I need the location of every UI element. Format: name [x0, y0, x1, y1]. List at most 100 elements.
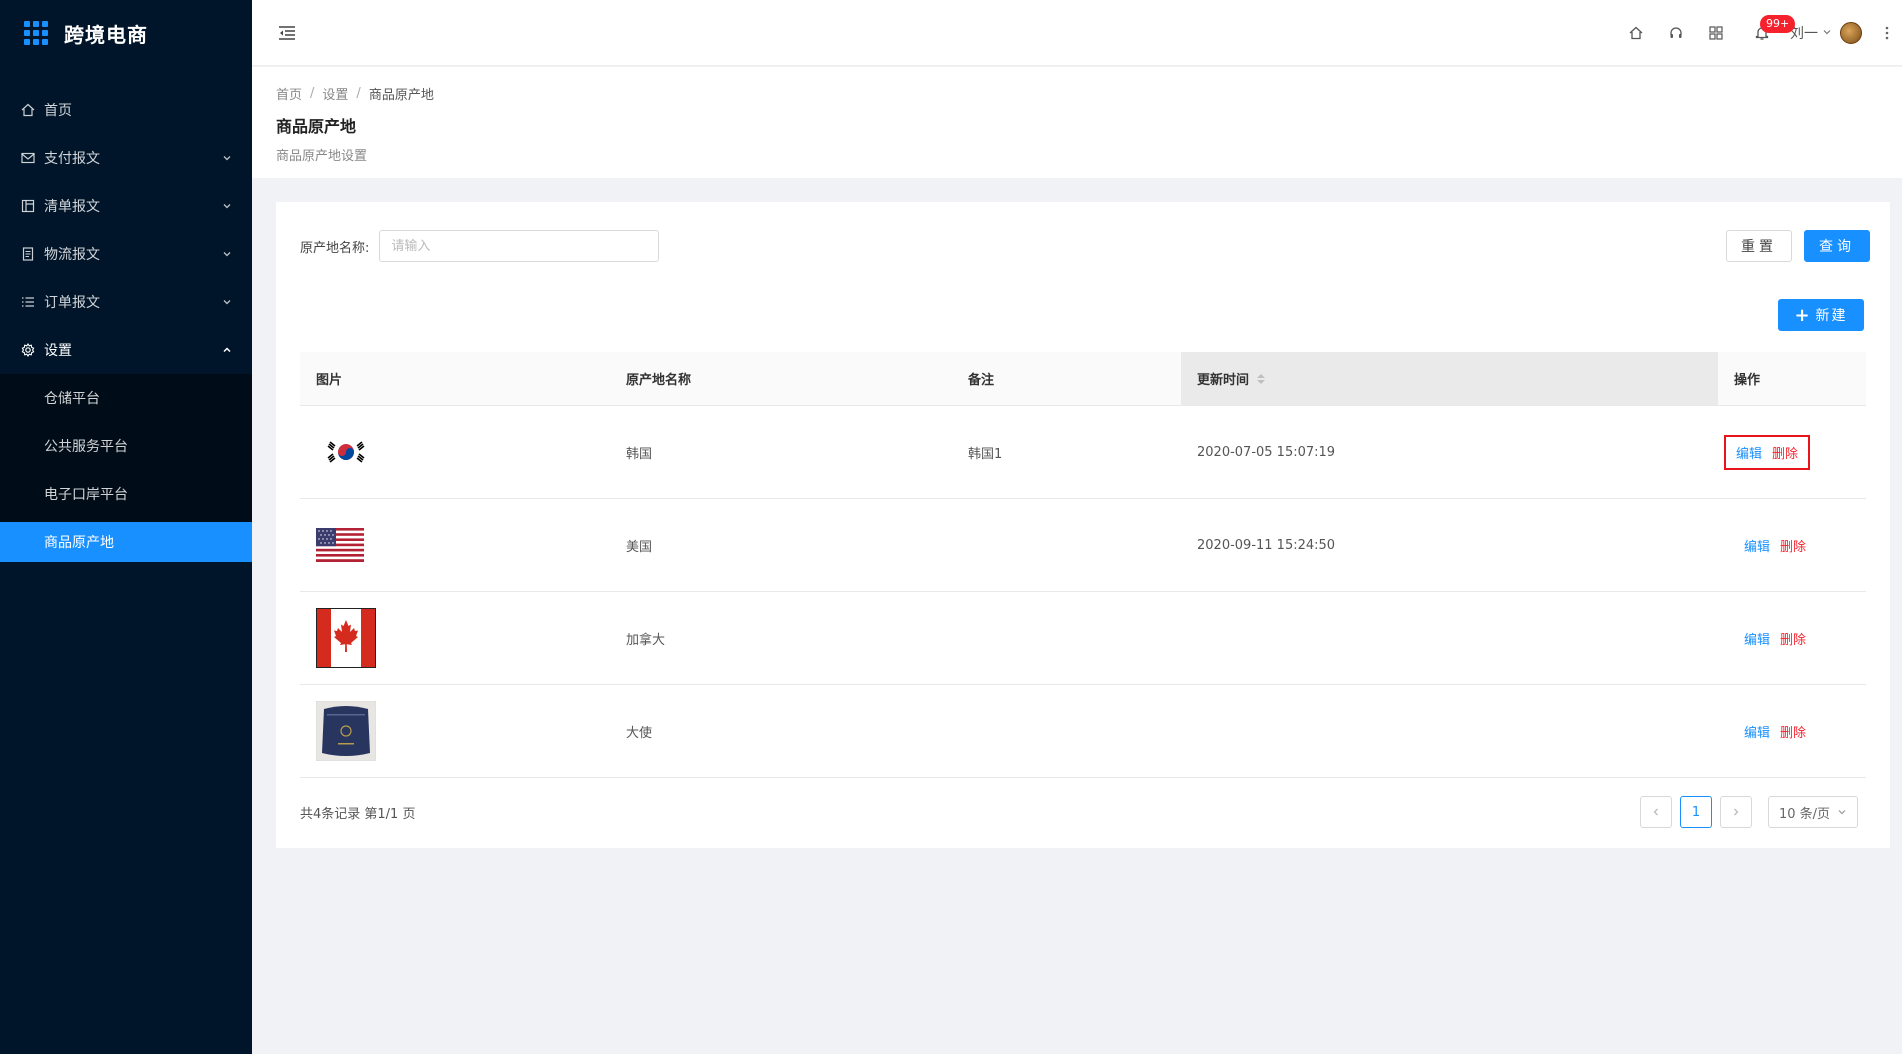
cell-actions: 编辑 删除: [1718, 685, 1866, 777]
chevron-down-icon: [1838, 810, 1846, 815]
app-title: 跨境电商: [64, 22, 148, 47]
apps-icon[interactable]: [1696, 13, 1736, 53]
chevron-down-icon: [222, 249, 232, 259]
edit-link[interactable]: 编辑: [1744, 629, 1770, 648]
content-card: 原产地名称: 重置 查询 + 新建 图片 原产地名称 备注 更新时间 操作: [276, 202, 1890, 848]
apps-grid-icon: [24, 21, 48, 45]
chevron-down-icon: [222, 201, 232, 211]
gear-icon: [20, 342, 36, 358]
page-header: 首页 / 设置 / 商品原产地 商品原产地 商品原产地设置: [252, 67, 1902, 178]
sidebar-item-label: 物流报文: [44, 247, 100, 263]
table-row: 美国 2020-09-11 15:24:50 编辑 删除: [300, 499, 1866, 592]
new-button[interactable]: + 新建: [1778, 299, 1864, 331]
cell-remark: [952, 592, 1181, 684]
breadcrumb-settings[interactable]: 设置: [322, 84, 348, 103]
sidebar-item-orders[interactable]: 订单报文: [0, 278, 252, 326]
page-subtitle: 商品原产地设置: [276, 149, 368, 164]
headset-icon[interactable]: [1656, 13, 1696, 53]
page-number-button[interactable]: 1: [1680, 796, 1712, 828]
sidebar-item-public-service-platform[interactable]: 公共服务平台: [0, 422, 252, 470]
sidebar-item-label: 首页: [44, 103, 72, 119]
reset-button[interactable]: 重置: [1726, 230, 1792, 262]
document-icon: [20, 246, 36, 262]
menu-fold-icon[interactable]: [276, 22, 298, 44]
query-button[interactable]: 查询: [1804, 230, 1870, 262]
logo[interactable]: 跨境电商: [0, 0, 252, 66]
chevron-down-icon: [1822, 25, 1832, 41]
cell-image: [300, 685, 610, 777]
table-row: 大使 编辑 删除: [300, 685, 1866, 778]
delete-link[interactable]: 删除: [1780, 629, 1806, 648]
row-actions: 编辑 删除: [1734, 623, 1816, 654]
sort-icon[interactable]: [1257, 373, 1266, 384]
delete-link[interactable]: 删除: [1772, 443, 1798, 462]
top-header: 99+ 刘一: [252, 0, 1902, 66]
cell-remark: [952, 685, 1181, 777]
more-vertical-icon[interactable]: [1872, 13, 1902, 53]
avatar: [1840, 22, 1862, 44]
breadcrumb-home[interactable]: 首页: [276, 84, 302, 103]
settings-submenu: 仓储平台 公共服务平台 电子口岸平台 商品原产地: [0, 374, 252, 562]
south-korea-flag-image: [316, 432, 376, 472]
sidebar-item-settings[interactable]: 设置: [0, 326, 252, 374]
column-header-updated[interactable]: 更新时间: [1181, 352, 1718, 405]
column-header-remark: 备注: [968, 373, 995, 388]
delete-link[interactable]: 删除: [1780, 536, 1806, 555]
sidebar-item-product-origin[interactable]: 商品原产地: [0, 522, 252, 562]
chevron-down-icon: [222, 153, 232, 163]
table-footer: 共4条记录 第1/1 页 1 10 条/页: [300, 796, 1866, 828]
home-icon[interactable]: [1616, 13, 1656, 53]
sidebar-item-logistics[interactable]: 物流报文: [0, 230, 252, 278]
chevron-right-icon: [1734, 808, 1739, 816]
user-menu[interactable]: 刘一: [1790, 22, 1862, 44]
edit-link[interactable]: 编辑: [1744, 536, 1770, 555]
cell-actions: 编辑 删除: [1718, 406, 1866, 498]
table-row: 加拿大 编辑 删除: [300, 592, 1866, 685]
origin-table: 图片 原产地名称 备注 更新时间 操作 韩国 韩国1 2020-07-05 15…: [300, 352, 1866, 778]
header-actions: 99+ 刘一: [1616, 0, 1902, 66]
next-page-button[interactable]: [1720, 796, 1752, 828]
cell-image: [300, 499, 610, 591]
plus-icon: +: [1794, 304, 1810, 326]
cell-name: 加拿大: [626, 632, 666, 648]
cell-updated: 2020-07-05 15:07:19: [1197, 444, 1336, 460]
mail-icon: [20, 150, 36, 166]
breadcrumb-separator: /: [310, 86, 315, 101]
passport-image: [316, 701, 376, 761]
sidebar: 跨境电商 首页 支付报文 清单报文 物流报文 订单报文 设置 仓储平台 公共服务…: [0, 0, 252, 1054]
sidebar-item-home[interactable]: 首页: [0, 86, 252, 134]
sidebar-item-label: 设置: [44, 343, 72, 359]
cell-remark: [952, 499, 1181, 591]
cell-name: 韩国: [626, 446, 653, 462]
origin-name-input[interactable]: [379, 230, 660, 262]
new-button-label: 新建: [1815, 308, 1848, 324]
chevron-up-icon: [222, 345, 232, 355]
sidebar-item-payment[interactable]: 支付报文: [0, 134, 252, 182]
sidebar-item-warehouse-platform[interactable]: 仓储平台: [0, 374, 252, 422]
bell-icon[interactable]: 99+: [1742, 13, 1796, 53]
sidebar-menu: 首页 支付报文 清单报文 物流报文 订单报文 设置 仓储平台 公共服务平台 电子…: [0, 86, 252, 562]
column-header-actions: 操作: [1734, 373, 1761, 388]
sidebar-item-label: 订单报文: [44, 295, 100, 311]
chevron-down-icon: [222, 297, 232, 307]
row-actions: 编辑 删除: [1734, 716, 1816, 747]
prev-page-button[interactable]: [1640, 796, 1672, 828]
delete-link[interactable]: 删除: [1780, 722, 1806, 741]
sidebar-item-label: 清单报文: [44, 199, 100, 215]
chevron-left-icon: [1653, 808, 1658, 816]
cell-updated: 2020-09-11 15:24:50: [1197, 537, 1336, 553]
sidebar-item-label: 支付报文: [44, 151, 100, 167]
column-header-image: 图片: [316, 373, 343, 388]
table-row: 韩国 韩国1 2020-07-05 15:07:19 编辑 删除: [300, 406, 1866, 499]
list-icon: [20, 294, 36, 310]
breadcrumb-current: 商品原产地: [368, 88, 434, 103]
sidebar-item-e-port-platform[interactable]: 电子口岸平台: [0, 470, 252, 518]
page-size-select[interactable]: 10 条/页: [1768, 796, 1858, 828]
edit-link[interactable]: 编辑: [1744, 722, 1770, 741]
edit-link[interactable]: 编辑: [1736, 443, 1762, 462]
cell-image: [300, 406, 610, 498]
cell-image: [300, 592, 610, 684]
layout-icon: [20, 198, 36, 214]
cell-updated: [1181, 592, 1718, 684]
sidebar-item-manifest[interactable]: 清单报文: [0, 182, 252, 230]
